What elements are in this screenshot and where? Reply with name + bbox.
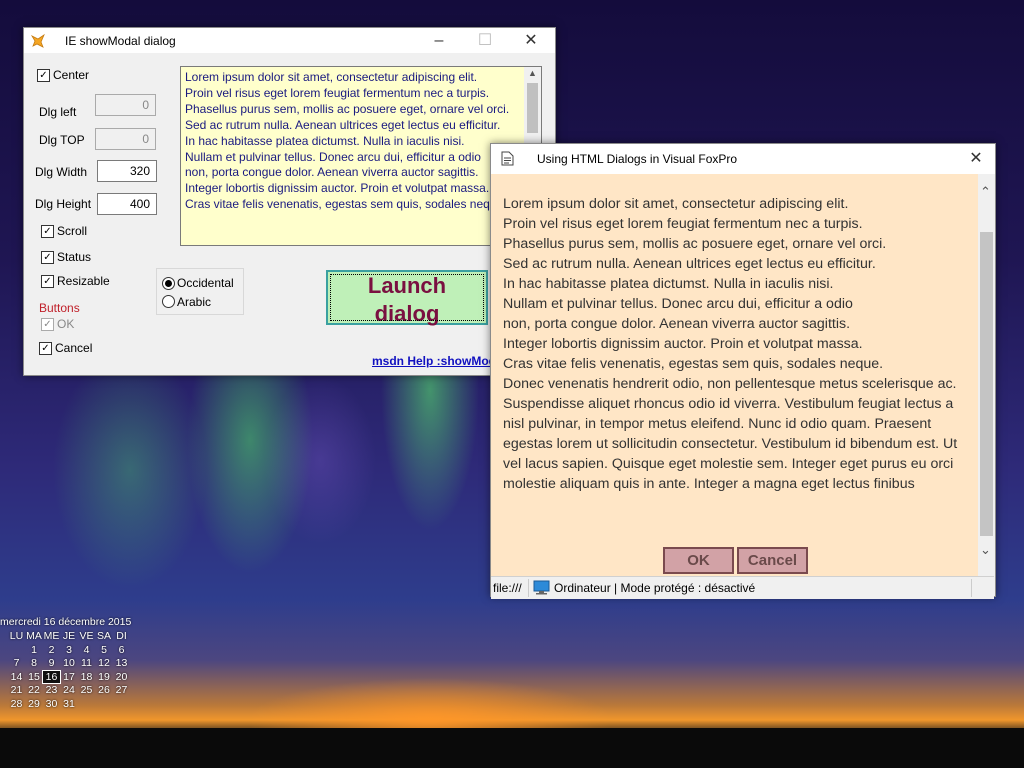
calendar-date-header: mercredi 16 décembre 2015 [0, 616, 132, 628]
calendar-day[interactable]: 23 [43, 684, 60, 696]
launch-dialog-button[interactable]: Launch dialog [326, 270, 488, 326]
html-dialog-content: Lorem ipsum dolor sit amet, consectetur … [491, 174, 978, 578]
buttons-group-label: Buttons [39, 301, 80, 315]
scroll-up-icon[interactable]: ▲ [528, 68, 537, 78]
calendar-day[interactable]: 29 [26, 698, 43, 710]
calendar-weekday: ME [43, 630, 60, 642]
calendar-day[interactable]: 21 [8, 684, 25, 696]
status-separator [528, 579, 529, 597]
sample-text-memo[interactable]: Lorem ipsum dolor sit amet, consectetur … [180, 66, 542, 246]
ok-checkbox: ✓ [41, 318, 54, 331]
dlg-height-input[interactable]: 400 [97, 193, 157, 215]
calendar-day[interactable]: 5 [96, 644, 113, 656]
calendar-day[interactable]: 30 [43, 698, 60, 710]
launch-button-line1: Launch [367, 273, 447, 298]
status-checkbox[interactable]: ✓ [41, 251, 54, 264]
calendar-day[interactable]: 1 [26, 644, 43, 656]
dlg-top-input[interactable]: 0 [95, 128, 156, 150]
occidental-radio[interactable] [162, 277, 175, 290]
calendar-day[interactable]: 13 [113, 657, 130, 669]
memo-text: Lorem ipsum dolor sit amet, consectetur … [185, 70, 510, 212]
window1-title: IE showModal dialog [65, 34, 176, 48]
calendar-day[interactable]: 16 [42, 669, 61, 684]
launch-button-line2: dialog [374, 301, 440, 326]
calendar-day[interactable]: 12 [96, 657, 113, 669]
dlg-left-label: Dlg left [39, 105, 77, 119]
dlg-width-label: Dlg Width [35, 165, 88, 179]
calendar-day[interactable]: 2 [43, 644, 60, 656]
dlg-left-input[interactable]: 0 [95, 94, 156, 116]
dlg-width-input[interactable]: 320 [97, 160, 157, 182]
resizable-label: Resizable [57, 274, 110, 288]
arabic-radio[interactable] [162, 295, 175, 308]
calendar-day[interactable]: 25 [78, 684, 95, 696]
calendar-day[interactable]: 4 [78, 644, 95, 656]
dialog-vertical-scrollbar[interactable]: ⌃ ⌄ [978, 174, 995, 576]
calendar-day[interactable]: 8 [26, 657, 43, 669]
close-icon[interactable]: ✕ [957, 146, 995, 171]
dlg-top-label: Dlg TOP [39, 133, 85, 147]
ok-checkbox-label: OK [57, 317, 75, 331]
maximize-icon[interactable]: ☐ [462, 28, 508, 53]
calendar-day[interactable]: 27 [113, 684, 130, 696]
calendar-day[interactable]: 26 [96, 684, 113, 696]
scroll-label: Scroll [57, 224, 88, 238]
ok-button[interactable]: OK [663, 547, 734, 574]
calendar-day[interactable]: 31 [61, 698, 78, 710]
calendar-day[interactable]: 20 [113, 671, 130, 683]
scroll-checkbox[interactable]: ✓ [41, 225, 54, 238]
showmodal-options-window: IE showModal dialog – ☐ ✕ ✓ Center Dlg l… [23, 27, 556, 376]
calendar-weekday: LU [9, 630, 24, 642]
horizon-silhouette [0, 728, 1024, 768]
dialog-scroll-thumb[interactable] [980, 232, 993, 536]
occidental-label: Occidental [177, 276, 234, 290]
cancel-button[interactable]: Cancel [737, 547, 808, 574]
status-bar: file:/// Ordinateur | Mode protégé : dés… [491, 576, 994, 599]
calendar-day[interactable]: 14 [8, 671, 25, 683]
minimize-icon[interactable]: – [416, 28, 462, 53]
calendar-weekday: JE [62, 630, 76, 642]
window2-titlebar[interactable]: Using HTML Dialogs in Visual FoxPro ✕ [491, 144, 995, 174]
calendar-day[interactable]: 18 [78, 671, 95, 683]
dialog-body-text: Lorem ipsum dolor sit amet, consectetur … [503, 196, 958, 492]
cancel-checkbox-label: Cancel [55, 341, 93, 355]
arabic-label: Arabic [177, 295, 212, 309]
center-checkbox[interactable]: ✓ [37, 69, 50, 82]
calendar-weekday: VE [79, 630, 94, 642]
calendar-weekday: MA [26, 630, 42, 642]
status-file-url: file:/// [493, 581, 522, 595]
computer-icon [533, 580, 550, 595]
scroll-up-icon[interactable]: ⌃ [980, 184, 991, 200]
memo-scroll-thumb[interactable] [527, 83, 538, 133]
desktop-calendar: mercredi 16 décembre 2015 LU MA ME JE VE SA DI… [0, 616, 140, 710]
status-separator [971, 579, 972, 597]
dlg-height-label: Dlg Height [35, 197, 92, 211]
resizable-checkbox[interactable]: ✓ [41, 275, 54, 288]
foxpro-app-icon [30, 33, 45, 48]
calendar-day[interactable]: 3 [61, 644, 78, 656]
calendar-day[interactable]: 28 [8, 698, 25, 710]
document-icon [501, 151, 514, 166]
calendar-day[interactable]: 24 [61, 684, 78, 696]
calendar-weekday: DI [116, 630, 127, 642]
calendar-day[interactable]: 7 [8, 657, 25, 669]
calendar-day[interactable]: 15 [26, 671, 43, 683]
calendar-day[interactable]: 9 [43, 657, 60, 669]
close-icon[interactable]: ✕ [508, 28, 554, 53]
window1-titlebar[interactable]: IE showModal dialog – ☐ ✕ [24, 28, 555, 53]
calendar-day[interactable]: 11 [78, 657, 95, 669]
cancel-checkbox[interactable]: ✓ [39, 342, 52, 355]
center-label: Center [53, 68, 90, 82]
calendar-day[interactable]: 10 [61, 657, 78, 669]
status-label: Status [57, 250, 92, 264]
calendar-day[interactable]: 17 [61, 671, 78, 683]
calendar-day[interactable]: 19 [96, 671, 113, 683]
calendar-weekday: SA [96, 630, 111, 642]
html-dialog-window: Using HTML Dialogs in Visual FoxPro ✕ Lo… [490, 143, 996, 599]
calendar-day[interactable]: 22 [26, 684, 43, 696]
scroll-down-icon[interactable]: ⌄ [980, 542, 991, 558]
status-zone-text: Ordinateur | Mode protégé : désactivé [554, 581, 756, 595]
calendar-day[interactable]: 6 [113, 644, 130, 656]
window2-title: Using HTML Dialogs in Visual FoxPro [537, 152, 738, 166]
